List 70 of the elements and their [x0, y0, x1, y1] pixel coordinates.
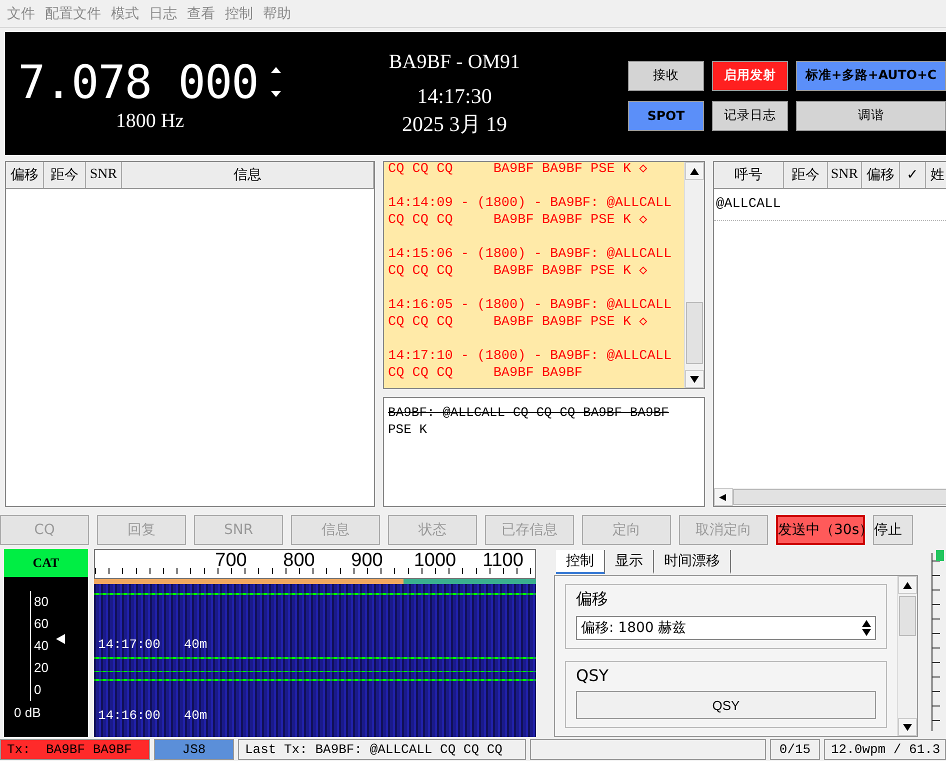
log-entry: CQ CQ CQ BA9BF BA9BF PSE K ◇ — [388, 162, 648, 178]
callsign-row[interactable]: @ALLCALL — [714, 189, 946, 221]
log-entry: 14:16:05 - (1800) - BA9BF: @ALLCALL CQ CQ CQ BA9BF BA9BF PSE K ◇ — [388, 297, 673, 331]
cat-indicator: CAT — [4, 549, 88, 577]
ruler-label: 800 — [283, 550, 315, 572]
tx-status: Tx: BA9BF BA9BF — [0, 739, 150, 760]
log-entry: 14:17:10 - (1800) - BA9BF: @ALLCALL CQ CQ CQ BA9BF BA9BF — [388, 348, 673, 382]
waterfall-timestamp: 14:16:00 40m — [98, 708, 208, 723]
column-header[interactable]: 偏移 — [6, 162, 44, 188]
up-down-arrows-icon[interactable] — [270, 64, 282, 98]
column-header[interactable]: 距今 — [44, 162, 86, 188]
count-status: 0/15 — [770, 739, 820, 760]
scroll-left-icon[interactable] — [719, 494, 728, 500]
scale-label: 60 — [30, 613, 88, 635]
scroll-thumb[interactable] — [733, 489, 946, 505]
compose-field[interactable]: BA9BF: @ALLCALL CQ CQ CQ BA9BF BA9BF PSE K — [383, 397, 705, 507]
unit-label: 0 dB — [14, 705, 42, 720]
column-header[interactable]: ✓ — [900, 162, 926, 188]
column-header[interactable]: 距今 — [784, 162, 828, 188]
scale-label: 0 — [30, 679, 88, 701]
clock-date: 2025 3月 19 — [402, 112, 507, 137]
scroll-down-icon[interactable] — [690, 376, 699, 382]
speed-status: 12.0wpm / 61.3 — [824, 739, 946, 760]
waterfall-timestamp: 14:17:00 40m — [98, 637, 208, 652]
header-button[interactable]: SPOT — [628, 100, 704, 130]
header-button[interactable]: 启用发射 — [712, 60, 788, 90]
offset-spinbox[interactable]: 偏移: 1800 赫兹 — [576, 616, 876, 640]
group-title: QSY — [576, 666, 610, 685]
ruler-label: 900 — [351, 550, 383, 572]
ruler-label: 700 — [215, 550, 247, 572]
log-entry: 14:15:06 - (1800) - BA9BF: @ALLCALL CQ CQ CQ BA9BF BA9BF PSE K ◇ — [388, 246, 673, 280]
scrollbar[interactable] — [897, 576, 917, 736]
callsign-grid: BA9BF - OM91 — [388, 50, 520, 74]
scroll-thumb[interactable] — [686, 302, 703, 364]
tab[interactable]: 显示 — [605, 550, 654, 574]
column-header[interactable]: 姓 — [926, 162, 946, 188]
scroll-down-icon[interactable] — [903, 724, 912, 730]
offset-text: 1800 Hz — [116, 108, 184, 132]
spin-up-icon[interactable] — [862, 620, 871, 627]
last-tx-status: Last Tx: BA9BF: @ALLCALL CQ CQ CQ — [238, 739, 526, 760]
action-button[interactable]: 停止 — [873, 515, 913, 545]
log-entry: 14:14:09 - (1800) - BA9BF: @ALLCALL CQ CQ CQ BA9BF BA9BF PSE K ◇ — [388, 195, 673, 229]
qsy-button[interactable]: QSY — [576, 691, 876, 719]
column-header[interactable]: 偏移 — [862, 162, 900, 188]
header-button[interactable]: 调谐 — [796, 100, 946, 130]
scale-label: 20 — [30, 657, 88, 679]
scroll-thumb[interactable] — [899, 596, 916, 636]
mode-status: JS8 — [154, 739, 234, 760]
column-header[interactable]: 信息 — [122, 162, 374, 188]
group-title: 偏移 — [576, 589, 609, 610]
column-header[interactable]: 呼号 — [714, 162, 784, 188]
scrollbar[interactable] — [684, 162, 704, 388]
ruler-label: 1000 — [414, 550, 456, 572]
column-header[interactable]: SNR — [86, 162, 122, 188]
header-button[interactable]: 标准+多路+AUTO+C — [796, 60, 946, 90]
spin-down-icon[interactable] — [862, 629, 871, 636]
scale-label: 40 — [30, 635, 88, 657]
clock-time: 14:17:30 — [417, 84, 492, 110]
tab[interactable]: 控制 — [556, 550, 605, 574]
header-button[interactable]: 接收 — [628, 60, 704, 90]
column-header[interactable]: SNR — [828, 162, 862, 188]
scale-label: 80 — [30, 591, 88, 613]
header-button[interactable]: 记录日志 — [712, 100, 788, 130]
ruler-label: 1100 — [482, 550, 524, 572]
scrollbar[interactable] — [714, 488, 946, 506]
scroll-up-icon[interactable] — [903, 582, 912, 588]
frequency-display: 7.078 000 — [18, 54, 258, 108]
tab[interactable]: 时间漂移 — [654, 550, 731, 574]
scroll-up-icon[interactable] — [690, 168, 699, 174]
action-button[interactable]: 发送中（30s） — [776, 515, 865, 545]
